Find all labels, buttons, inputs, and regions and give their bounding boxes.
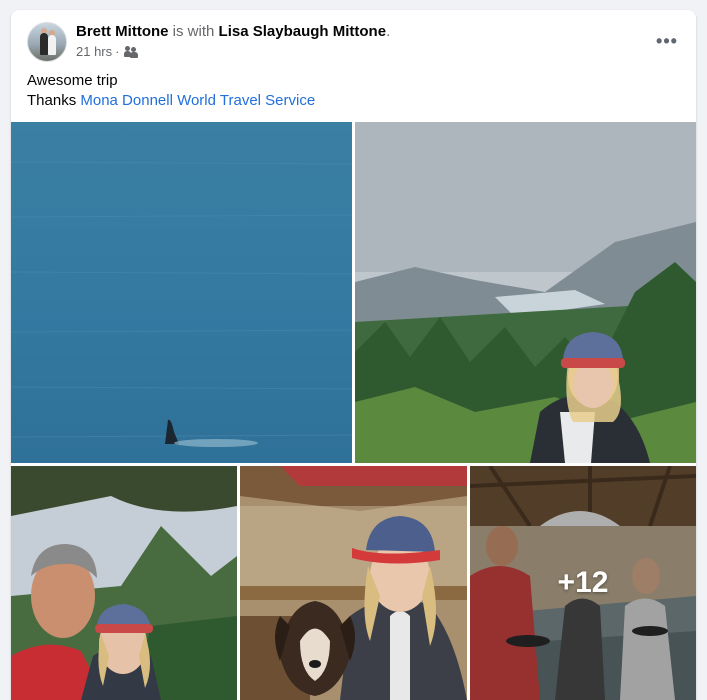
post-text: Awesome trip Thanks Mona Donnell World T… <box>27 71 315 111</box>
with-text: is with <box>172 23 215 40</box>
photo-ocean[interactable] <box>11 122 352 463</box>
more-photos-count: +12 <box>557 566 609 599</box>
photo-grid: +12 <box>11 122 696 700</box>
post-text-line-1: Awesome trip <box>27 72 118 89</box>
post-timestamp[interactable]: 21 hrs <box>76 44 112 59</box>
post-author-line: Brett Mittone is with Lisa Slaybaugh Mit… <box>76 23 390 40</box>
puppy-image <box>240 466 467 700</box>
meta-separator: · <box>115 44 120 59</box>
photo-selfie[interactable] <box>11 466 237 700</box>
photo-puppy[interactable] <box>240 466 467 700</box>
post-meta: 21 hrs · <box>76 44 139 59</box>
post-card: Brett Mittone is with Lisa Slaybaugh Mit… <box>11 10 696 700</box>
author-avatar[interactable] <box>27 22 67 62</box>
ocean-image <box>11 122 352 463</box>
more-photos-overlay[interactable]: +12 <box>470 466 696 700</box>
friends-icon[interactable] <box>124 45 139 58</box>
selfie-image <box>11 466 237 700</box>
tagged-page-link[interactable]: Mona Donnell World Travel Service <box>80 92 315 109</box>
avatar-figure <box>40 33 48 55</box>
photo-gold-panning[interactable]: +12 <box>470 466 696 700</box>
avatar-figure <box>48 35 56 55</box>
period-text: . <box>386 23 391 40</box>
post-text-line-2: Thanks Mona Donnell World Travel Service <box>27 91 315 111</box>
thanks-text: Thanks <box>27 92 81 109</box>
author-name-link[interactable]: Brett Mittone <box>76 23 169 40</box>
photo-mountain[interactable] <box>355 122 696 463</box>
post-header: Brett Mittone is with Lisa Slaybaugh Mit… <box>11 10 696 70</box>
mountain-image <box>355 122 696 463</box>
tagged-person-link[interactable]: Lisa Slaybaugh Mittone <box>219 23 387 40</box>
more-options-icon[interactable]: ••• <box>652 26 682 56</box>
